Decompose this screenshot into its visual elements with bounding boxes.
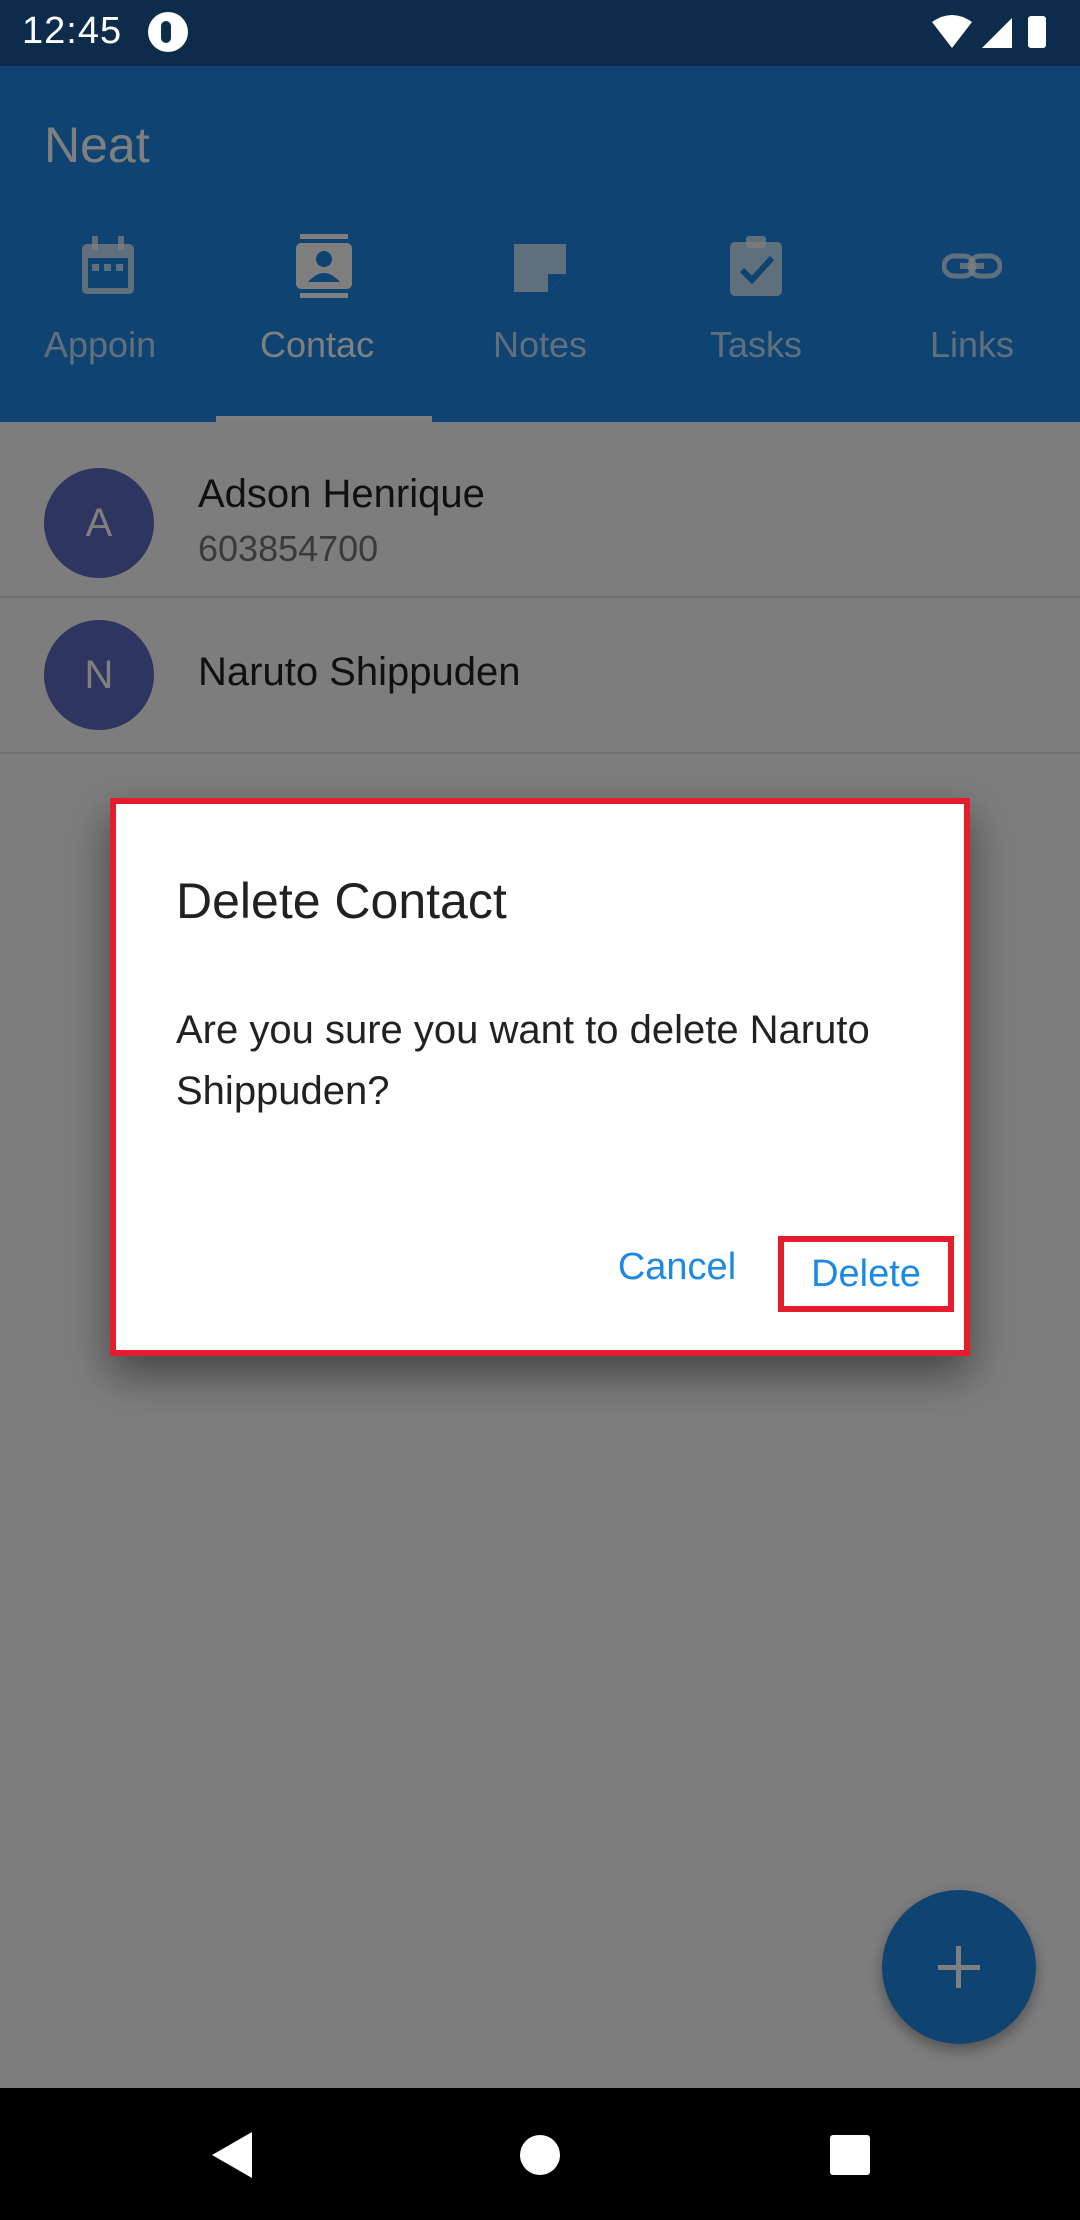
dialog-message: Are you sure you want to delete Naruto S…: [176, 1008, 870, 1113]
status-bar: 12:45: [0, 0, 1080, 66]
delete-contact-dialog: Delete Contact Are you sure you want to …: [110, 798, 970, 1356]
recents-icon[interactable]: [815, 2120, 885, 2190]
cancel-button[interactable]: Cancel: [602, 1234, 752, 1300]
wifi-icon: [932, 15, 972, 48]
status-time: 12:45: [22, 10, 123, 52]
navigation-bar: [0, 2088, 1080, 2220]
delete-button[interactable]: Delete: [778, 1236, 954, 1312]
battery-icon: [1028, 16, 1046, 48]
app-notification-icon: [148, 12, 188, 52]
signal-icon: [982, 18, 1012, 48]
back-icon[interactable]: [200, 2120, 270, 2190]
status-icons: [932, 15, 1046, 48]
home-icon[interactable]: [505, 2120, 575, 2190]
dialog-title: Delete Contact: [176, 873, 507, 929]
